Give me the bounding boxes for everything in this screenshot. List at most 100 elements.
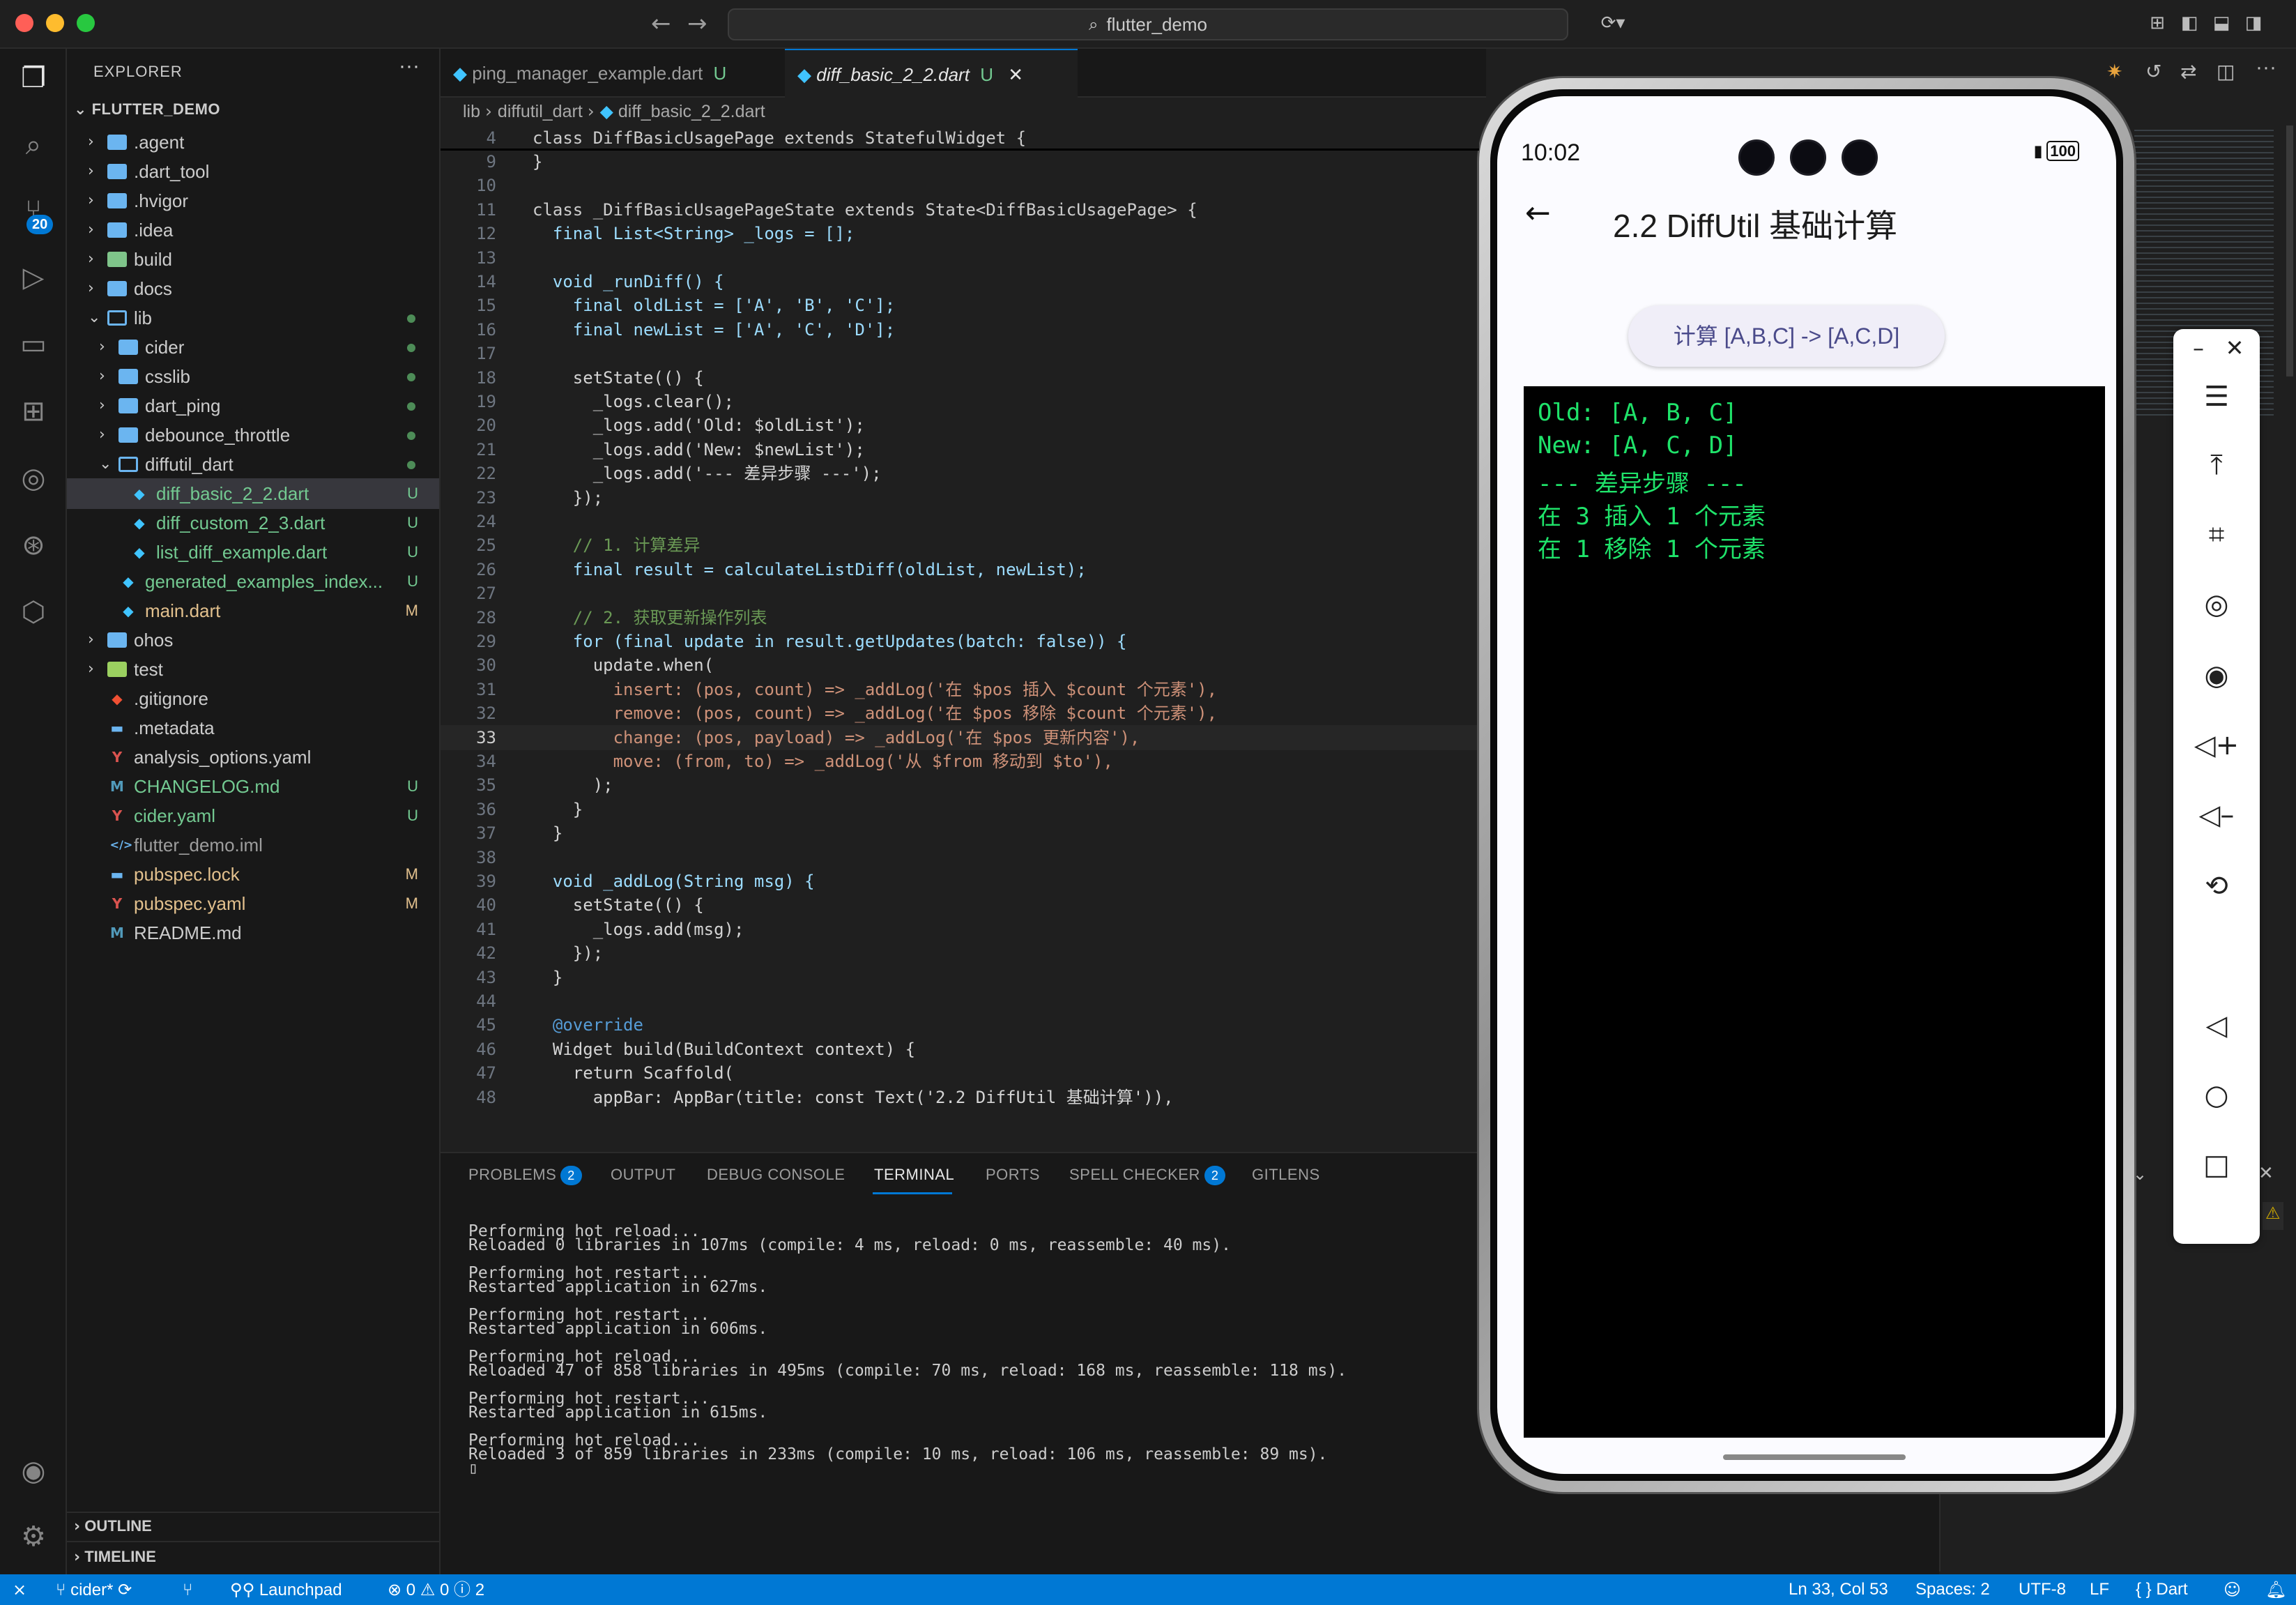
crop-screenshot-icon[interactable]: ⌗	[2173, 519, 2260, 551]
tree-folder[interactable]: › .idea	[67, 215, 439, 245]
git-graph-icon[interactable]: ◎	[14, 459, 53, 498]
timeline-section[interactable]: › TIMELINE	[74, 1548, 156, 1566]
extensions-icon[interactable]: ⊞	[14, 392, 53, 431]
command-center-search[interactable]: ⌕ flutter_demo	[728, 8, 1568, 40]
tree-file[interactable]: Ypubspec.yaml M	[67, 888, 439, 919]
breadcrumb-lib[interactable]: lib	[463, 102, 480, 121]
tree-folder[interactable]: › csslib	[67, 361, 439, 392]
tree-folder[interactable]: › .dart_tool	[67, 156, 439, 187]
nav-recents-icon[interactable]: □	[2173, 1149, 2260, 1181]
tree-file[interactable]: ◆ diff_basic_2_2.dart U	[67, 478, 439, 509]
flutter-action-icon[interactable]: ✷	[2106, 60, 2122, 83]
tab-problems[interactable]: PROBLEMS 2	[468, 1166, 582, 1185]
workspace-root[interactable]: ⌄ FLUTTER_DEMO	[74, 100, 220, 119]
home-indicator[interactable]	[1723, 1454, 1906, 1460]
remote-icon[interactable]: ⨯	[13, 1574, 26, 1605]
git-graph-icon[interactable]: ⑂	[183, 1574, 192, 1605]
breadcrumb-folder[interactable]: diffutil_dart	[498, 102, 583, 121]
tree-file[interactable]: ▬ .metadata	[67, 713, 439, 743]
tree-folder[interactable]: ⌄ lib	[67, 303, 439, 333]
scrollbar-thumb[interactable]	[2286, 125, 2293, 376]
toggle-sidebar-icon[interactable]: ◧	[2179, 13, 2200, 33]
toggle-panel-icon[interactable]: ⬓	[2211, 13, 2232, 33]
toggle-secondary-sidebar-icon[interactable]: ◨	[2243, 13, 2264, 33]
more-actions-icon[interactable]: ···	[399, 54, 420, 78]
tree-file[interactable]: M CHANGELOG.md U	[67, 771, 439, 802]
tab-spell-checker[interactable]: SPELL CHECKER 2	[1069, 1166, 1226, 1185]
copilot-icon[interactable]: ⟳▾	[1592, 13, 1634, 33]
tree-folder[interactable]: › test	[67, 654, 439, 685]
close-tab-icon[interactable]: ✕	[1008, 65, 1023, 86]
compare-changes-icon[interactable]: ⇄	[2180, 60, 2196, 83]
tree-file[interactable]: M README.md	[67, 918, 439, 948]
code-editor[interactable]: 4 class DiffBasicUsagePage extends Statef…	[441, 125, 1479, 1150]
tree-file[interactable]: Yanalysis_options.yaml	[67, 742, 439, 773]
tree-folder[interactable]: › docs	[67, 273, 439, 304]
tab-diff-basic[interactable]: ◆ diff_basic_2_2.dart U ✕	[785, 49, 1078, 98]
notifications-bell-icon[interactable]: 🔔︎	[2265, 1574, 2286, 1605]
timeline-history-icon[interactable]: ↺	[2145, 60, 2161, 83]
copilot-icon[interactable]: ☺	[2224, 1574, 2241, 1605]
tab-gitlens[interactable]: GITLENS	[1252, 1166, 1320, 1184]
run-debug-icon[interactable]: ▷	[14, 258, 53, 297]
tree-file[interactable]: ◆ .gitignore	[67, 683, 439, 714]
line-ending[interactable]: LF	[2090, 1574, 2109, 1605]
rotate-right-icon[interactable]: ◉	[2173, 660, 2260, 692]
tab-terminal[interactable]: TERMINAL	[874, 1166, 954, 1184]
chevron-down-icon[interactable]: ⌄	[2133, 1164, 2147, 1184]
tree-file[interactable]: ◆ main.dart M	[67, 595, 439, 626]
settings-gear-icon[interactable]: ⚙	[14, 1517, 53, 1556]
tree-folder[interactable]: › build	[67, 244, 439, 275]
close-icon[interactable]: ✕	[2191, 335, 2278, 361]
gitlens-icon[interactable]: ⊛	[14, 526, 53, 565]
split-editor-icon[interactable]: ◫	[2217, 60, 2235, 83]
tab-ping-manager[interactable]: ◆ ping_manager_example.dart U	[441, 49, 783, 98]
breadcrumb-file[interactable]: diff_basic_2_2.dart	[618, 102, 765, 121]
launchpad-button[interactable]: ⚲⚲ Launchpad	[230, 1574, 342, 1605]
maximize-window-button[interactable]	[77, 14, 95, 32]
problems-indicator[interactable]: ⊗ 0 ⚠ 0 ⓘ 2	[388, 1574, 484, 1605]
explorer-icon[interactable]: ❐	[14, 59, 53, 98]
compute-diff-button[interactable]: 计算 [A,B,C] -> [A,C,D]	[1628, 305, 1945, 367]
tree-file[interactable]: </> flutter_demo.iml	[67, 830, 439, 860]
close-panel-icon[interactable]: ✕	[2258, 1163, 2274, 1184]
back-arrow-icon[interactable]: ←	[1525, 195, 1551, 231]
minimize-window-button[interactable]	[46, 14, 64, 32]
encoding[interactable]: UTF-8	[2019, 1574, 2066, 1605]
outline-section[interactable]: › OUTLINE	[74, 1517, 152, 1535]
tab-debug-console[interactable]: DEBUG CONSOLE	[707, 1166, 845, 1184]
branch-indicator[interactable]: ⑂ cider* ⟳	[56, 1574, 132, 1605]
nav-back-icon[interactable]: ◁	[2173, 1010, 2260, 1042]
tree-folder[interactable]: › cider	[67, 332, 439, 363]
tree-folder[interactable]: ⌄ diffutil_dart	[67, 449, 439, 480]
volume-up-icon[interactable]: ◁+	[2173, 729, 2260, 761]
more-actions-icon[interactable]: ···	[2256, 56, 2276, 79]
tab-output[interactable]: OUTPUT	[611, 1166, 675, 1184]
nav-home-icon[interactable]: ○	[2173, 1079, 2260, 1111]
search-icon[interactable]: ⌕	[14, 125, 53, 165]
tree-folder[interactable]: › debounce_throttle	[67, 420, 439, 450]
tree-folder[interactable]: › dart_ping	[67, 390, 439, 421]
package-icon[interactable]: ⬡	[14, 593, 53, 632]
tree-file[interactable]: ◆ diff_custom_2_3.dart U	[67, 508, 439, 538]
rotate-icon[interactable]: ◎	[2173, 588, 2260, 621]
tree-folder[interactable]: › .hvigor	[67, 185, 439, 216]
tree-folder[interactable]: › .agent	[67, 127, 439, 158]
account-icon[interactable]: ◉	[14, 1452, 53, 1491]
tree-file[interactable]: ◆ list_diff_example.dart U	[67, 537, 439, 568]
tab-ports[interactable]: PORTS	[986, 1166, 1040, 1184]
menu-icon[interactable]: ☰	[2173, 381, 2260, 413]
close-window-button[interactable]	[15, 14, 33, 32]
remote-explorer-icon[interactable]: ▭	[14, 325, 53, 364]
rotate-device-icon[interactable]: ⟲	[2173, 870, 2260, 902]
pin-top-icon[interactable]: ⤒	[2173, 449, 2260, 481]
back-arrow-icon[interactable]: ←	[651, 10, 671, 38]
forward-arrow-icon[interactable]: →	[687, 10, 707, 38]
tree-file[interactable]: ▬ pubspec.lock M	[67, 859, 439, 890]
indentation[interactable]: Spaces: 2	[1915, 1574, 1990, 1605]
tree-file[interactable]: ◆ generated_examples_index... U	[67, 566, 439, 597]
layout-icon[interactable]: ⊞	[2147, 13, 2168, 33]
volume-down-icon[interactable]: ◁–	[2173, 799, 2260, 831]
language-mode[interactable]: { } Dart	[2136, 1574, 2188, 1605]
cursor-position[interactable]: Ln 33, Col 53	[1789, 1574, 1888, 1605]
